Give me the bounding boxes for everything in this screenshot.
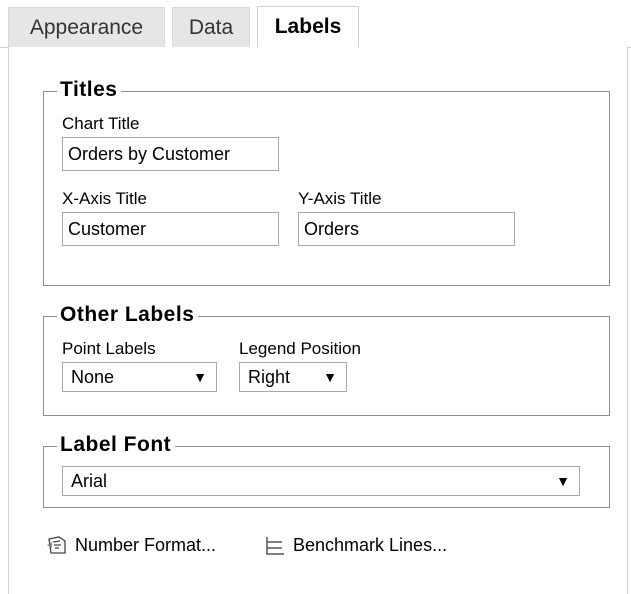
triangle-down-icon: ▼ <box>323 369 337 385</box>
titles-legend: Titles <box>57 77 122 103</box>
other-labels-group: Other Labels Point Labels None ▼ Legend … <box>43 302 610 416</box>
triangle-down-icon: ▼ <box>193 369 207 385</box>
benchmark-lines-label: Benchmark Lines... <box>293 534 448 555</box>
label-font-value: Arial <box>71 471 108 491</box>
number-format-button[interactable]: Number Format... <box>45 533 216 557</box>
y-axis-title-input[interactable] <box>298 212 515 246</box>
legend-position-select[interactable]: Right ▼ <box>239 362 347 392</box>
y-axis-title-label: Y-Axis Title <box>298 189 382 208</box>
number-format-icon <box>47 536 66 554</box>
number-format-label: Number Format... <box>75 534 217 555</box>
point-labels-label: Point Labels <box>62 339 156 358</box>
label-font-legend: Label Font <box>57 432 176 458</box>
point-labels-value: None <box>71 367 115 387</box>
benchmark-lines-icon <box>266 537 284 555</box>
chart-title-input[interactable] <box>62 137 279 171</box>
triangle-down-icon: ▼ <box>556 473 570 489</box>
benchmark-lines-button[interactable]: Benchmark Lines... <box>263 533 447 557</box>
labels-panel: Titles Chart Title X-Axis Title Y-Axis T… <box>8 47 628 594</box>
tab-appearance[interactable]: Appearance <box>8 7 165 47</box>
point-labels-select[interactable]: None ▼ <box>62 362 217 392</box>
legend-position-value: Right <box>248 367 291 387</box>
other-labels-legend: Other Labels <box>57 302 199 328</box>
label-font-group: Label Font Arial ▼ <box>43 432 610 508</box>
label-font-select[interactable]: Arial ▼ <box>62 466 580 496</box>
titles-group: Titles Chart Title X-Axis Title Y-Axis T… <box>43 77 610 286</box>
x-axis-title-input[interactable] <box>62 212 279 246</box>
tab-strip: Appearance Data Labels <box>0 0 631 48</box>
legend-position-label: Legend Position <box>239 339 361 358</box>
chart-title-label: Chart Title <box>62 114 140 133</box>
x-axis-title-label: X-Axis Title <box>62 189 148 208</box>
tab-labels[interactable]: Labels <box>257 6 359 48</box>
tab-data[interactable]: Data <box>172 7 250 47</box>
